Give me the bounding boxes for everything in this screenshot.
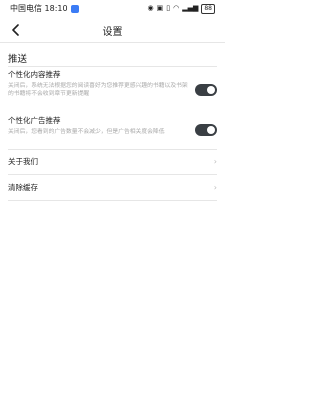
setting-description: 关闭后，系统无法根据您的阅读喜好为您推荐更感兴趣的书籍以及书架的书籍将不会收到章… (8, 83, 188, 97)
navigation-bar: 设置 (0, 17, 225, 43)
row-divider (8, 200, 217, 201)
notification-icon (70, 4, 79, 13)
toggle-knob (207, 86, 215, 94)
setting-description: 关闭后，您看到的广告数量不会减少，但是广告相关度会降低 (8, 129, 165, 135)
clear-cache-row[interactable]: 清除缓存 › (8, 177, 217, 197)
wifi-icon: ◠ (173, 4, 180, 12)
about-us-label: 关于我们 (8, 156, 38, 166)
row-divider (8, 149, 217, 150)
personalized-content-toggle[interactable] (195, 84, 217, 96)
status-bar: 中国电信 18:10 ◉ ▣ ▯ ◠ ▂▄▆ 88 (0, 0, 225, 17)
back-arrow-icon (12, 24, 19, 36)
back-button[interactable] (6, 20, 26, 40)
page-title: 设置 (102, 26, 123, 38)
vibrate-icon: ▯ (166, 4, 171, 12)
status-bar-right: ◉ ▣ ▯ ◠ ▂▄▆ 88 (147, 3, 215, 14)
section-divider (8, 66, 217, 67)
toggle-knob (207, 126, 215, 134)
setting-personalized-ads: 个性化广告推荐 关闭后，您看到的广告数量不会减少，但是广告相关度会降低 (8, 116, 217, 136)
setting-title: 个性化内容推荐 (8, 70, 61, 79)
clear-cache-label: 清除缓存 (8, 182, 38, 192)
header-divider (0, 42, 225, 43)
chevron-right-icon: › (213, 182, 217, 192)
chevron-right-icon: › (213, 156, 217, 166)
setting-personalized-content: 个性化内容推荐 关闭后，系统无法根据您的阅读喜好为您推荐更感兴趣的书籍以及书架的… (8, 70, 217, 98)
section-title-push: 推送 (8, 54, 28, 65)
personalized-ads-toggle[interactable] (195, 124, 217, 136)
setting-title: 个性化广告推荐 (8, 116, 61, 125)
eye-icon: ◉ (147, 4, 154, 12)
carrier-time: 中国电信 18:10 (10, 4, 68, 13)
signal-icon: ▂▄▆ (182, 4, 199, 12)
nfc-icon: ▣ (156, 4, 164, 12)
about-us-row[interactable]: 关于我们 › (8, 151, 217, 171)
row-divider (8, 174, 217, 175)
status-bar-left: 中国电信 18:10 (10, 3, 79, 14)
battery-icon: 88 (201, 3, 215, 14)
